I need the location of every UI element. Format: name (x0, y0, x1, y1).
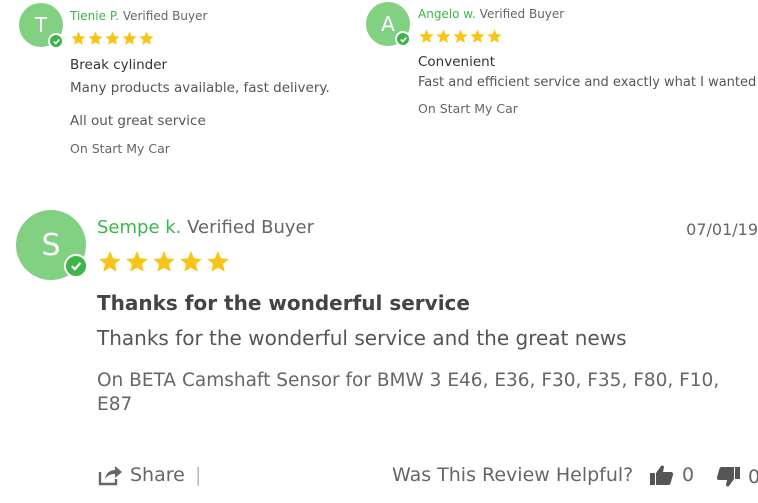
star-icon (487, 29, 502, 43)
verified-check-icon (395, 31, 411, 47)
review-date: 07/01/19 (686, 220, 758, 239)
reviewer-line: Sempe k. Verified Buyer (97, 217, 314, 238)
star-rating (70, 30, 155, 49)
verified-buyer-label: Verified Buyer (479, 7, 565, 21)
review-title: Thanks for the wonderful service (97, 291, 470, 315)
star-icon (99, 251, 121, 272)
verified-buyer-label: Verified Buyer (187, 217, 314, 238)
reviewer-line: Tienie P. Verified Buyer (70, 9, 207, 23)
star-icon (126, 251, 148, 272)
avatar-initial: A (381, 12, 395, 36)
star-icon (71, 31, 86, 45)
verified-check-icon (64, 254, 88, 278)
star-icon (470, 29, 485, 43)
reviewer-name[interactable]: Tienie P. (70, 9, 119, 23)
review-title: Convenient (418, 54, 495, 70)
thumbs-up-button[interactable]: 0 (650, 464, 694, 486)
star-icon (139, 31, 154, 45)
review-card-angelo: A Angelo w. Verified Buyer Convenient Fa… (348, 0, 758, 170)
star-icon (88, 31, 103, 45)
star-icon (207, 251, 229, 272)
thumbs-up-icon (650, 465, 674, 485)
star-icon (453, 29, 468, 43)
helpful-prompt: Was This Review Helpful? (392, 464, 633, 486)
separator: | (195, 464, 201, 486)
review-card-tienie: T Tienie P. Verified Buyer Break cylinde… (0, 0, 370, 170)
review-extra: All out great service (70, 113, 206, 129)
thumbs-down-button[interactable]: 0 (716, 466, 758, 488)
helpful-prompt-text: Was This Review Helpful? (392, 464, 634, 486)
review-body: Fast and efficient service and exactly w… (418, 75, 757, 90)
share-label: Share (130, 464, 185, 486)
avatar-initial: S (41, 227, 61, 263)
star-icon (105, 31, 120, 45)
verified-buyer-label: Verified Buyer (122, 9, 208, 23)
share-icon (98, 466, 122, 486)
star-rating (418, 28, 503, 47)
product-link[interactable]: On Start My Car (70, 141, 170, 156)
reviewer-name[interactable]: Angelo w. (418, 7, 476, 21)
reviewer-line: Angelo w. Verified Buyer (418, 7, 564, 21)
separator-text: | (195, 464, 202, 486)
review-body: Thanks for the wonderful service and the… (97, 326, 627, 350)
thumbs-up-count: 0 (682, 464, 695, 486)
reviewer-name[interactable]: Sempe k. (97, 217, 181, 238)
star-icon (436, 29, 451, 43)
review-title: Break cylinder (70, 57, 168, 73)
review-body: Many products available, fast delivery. (70, 80, 330, 96)
product-link[interactable]: On Start My Car (418, 101, 518, 116)
star-icon (153, 251, 175, 272)
star-rating (97, 249, 231, 275)
avatar-initial: T (34, 13, 48, 37)
star-icon (180, 251, 202, 272)
review-card-sempe: S Sempe k. Verified Buyer 07/01/19 Thank… (0, 200, 758, 503)
star-icon (419, 29, 434, 43)
product-link[interactable]: On BETA Camshaft Sensor for BMW 3 E46, E… (97, 369, 737, 417)
share-button[interactable]: Share (97, 464, 185, 486)
verified-check-icon (48, 33, 64, 49)
thumbs-down-icon (716, 467, 740, 487)
review-footer: Share | Was This Review Helpful? 0 0 (0, 462, 758, 496)
star-icon (122, 31, 137, 45)
thumbs-down-count: 0 (748, 466, 758, 488)
